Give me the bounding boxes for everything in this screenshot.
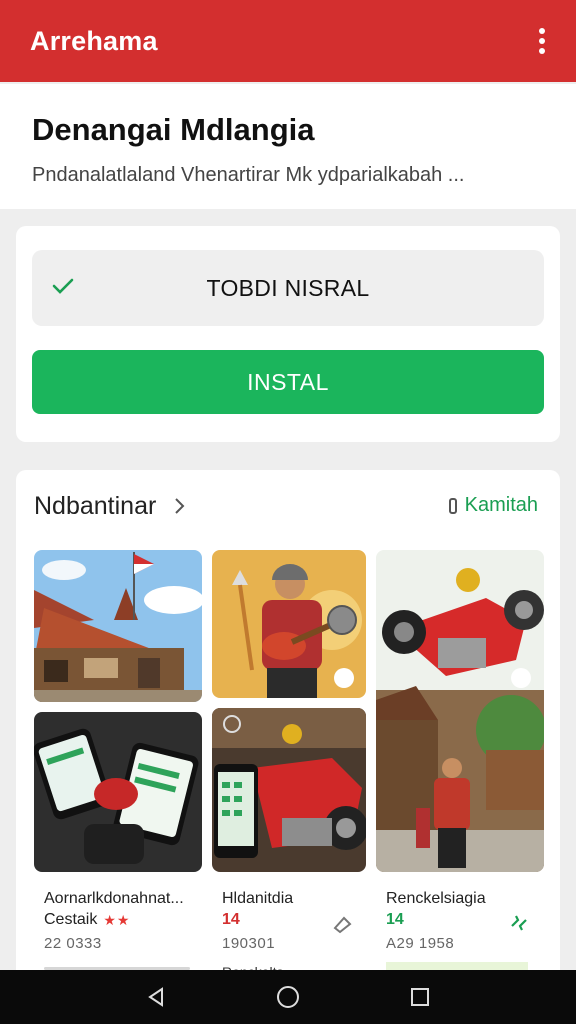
image-phones[interactable]	[34, 712, 202, 872]
image-phone-motorcycle[interactable]	[212, 708, 366, 872]
page-subtitle: Pndanalatlaland Vhenartirar Mk ydparialk…	[32, 164, 465, 186]
status-box: TOBDI NISRAL	[32, 250, 544, 326]
page-title: Denangai Mdlangia	[32, 112, 315, 147]
chevron-right-icon[interactable]	[174, 497, 186, 515]
rating-stars: ★★	[103, 911, 131, 928]
image-red-motorcycle[interactable]	[376, 550, 544, 872]
item-name: Renckelsiagia	[386, 890, 486, 907]
more-vert-icon[interactable]	[530, 26, 554, 56]
status-text: TOBDI NISRAL	[206, 274, 370, 301]
back-triangle-icon[interactable]	[143, 984, 169, 1010]
item-number: A29 1958	[386, 935, 455, 952]
pill-icon	[448, 497, 457, 514]
item-number: 22 0333	[44, 935, 102, 952]
see-more-link[interactable]: Kamitah	[448, 494, 538, 517]
section-title[interactable]: Ndbantinar	[34, 492, 156, 521]
refresh-icon[interactable]	[508, 912, 530, 934]
item-name: Hldanitdia	[222, 890, 294, 907]
item-subtitle: 14	[386, 911, 404, 928]
see-more-label: Kamitah	[464, 494, 538, 516]
item-subtitle: Cestaik	[44, 911, 98, 928]
system-nav-bar	[0, 970, 576, 1024]
app-title: Arrehama	[30, 25, 158, 56]
share-icon[interactable]	[332, 912, 354, 934]
home-circle-icon[interactable]	[275, 984, 301, 1010]
item-name: Aornarlkdonahnat...	[44, 890, 184, 907]
gallery-header: Ndbantinar Kamitah	[16, 470, 560, 542]
list-item[interactable]: Aornarlkdonahnat... Cestaik ★★ 22 0333	[44, 890, 194, 952]
header-card: Denangai Mdlangia Pndanalatlaland Vhenar…	[0, 84, 576, 209]
install-card: TOBDI NISRAL INSTAL	[16, 226, 560, 442]
install-button[interactable]: INSTAL	[32, 350, 544, 414]
item-subtitle: 14	[222, 911, 240, 928]
app-bar: Arrehama	[0, 0, 576, 82]
image-village-house[interactable]	[34, 550, 202, 702]
image-man-guitar[interactable]	[212, 550, 366, 698]
check-icon	[52, 278, 74, 294]
gallery-card: Ndbantinar Kamitah Aornarlkdonahnat... C…	[16, 470, 560, 990]
recents-square-icon[interactable]	[407, 984, 433, 1010]
item-number: 190301	[222, 935, 276, 952]
